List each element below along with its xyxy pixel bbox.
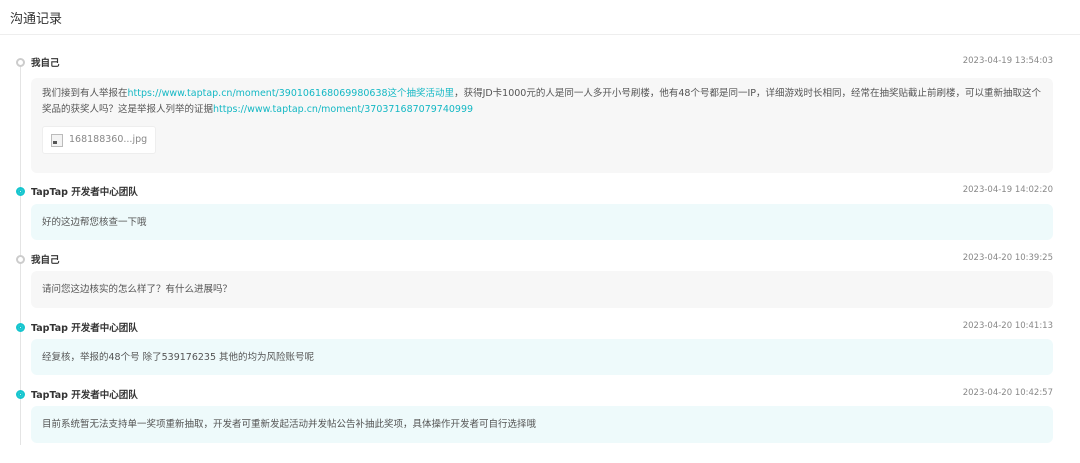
image-file-icon: [51, 133, 63, 147]
message-bubble: 我们接到有人举报在https://www.taptap.cn/moment/39…: [31, 78, 1053, 173]
timestamp: 2023-04-20 10:41:13: [962, 321, 1053, 331]
message-bubble: 目前系统暂无法支持单一奖项重新抽取，开发者可重新发起活动并发帖公告补抽此奖项，具…: [31, 406, 1053, 443]
attachment-name: 168188360...jpg: [69, 134, 148, 145]
page-title-text: 沟通记录: [10, 12, 63, 27]
message-link[interactable]: https://www.taptap.cn/moment/39010616806…: [128, 88, 455, 99]
author-name: 我自己: [31, 58, 60, 69]
attachment[interactable]: 168188360...jpg: [42, 126, 157, 154]
self-dot-icon: [16, 255, 25, 264]
page-title: 沟通记录: [0, 0, 1080, 35]
team-dot-icon: [16, 390, 25, 399]
author-name: TapTap 开发者中心团队: [31, 390, 138, 401]
timestamp: 2023-04-19 13:54:03: [962, 56, 1053, 66]
evidence-link[interactable]: https://www.taptap.cn/moment/37037168707…: [213, 104, 473, 115]
message-bubble: 请问您这边核实的怎么样了？有什么进展吗？: [31, 271, 1053, 308]
team-dot-icon: [16, 323, 25, 332]
message-text: 经复核，举报的48个号 除了539176235 其他的均为风险账号呢: [42, 352, 315, 363]
message-bubble: 经复核，举报的48个号 除了539176235 其他的均为风险账号呢: [31, 339, 1053, 375]
timestamp: 2023-04-20 10:39:25: [962, 253, 1053, 263]
message-text: 请问您这边核实的怎么样了？有什么进展吗？: [42, 284, 233, 295]
message-text: 目前系统暂无法支持单一奖项重新抽取，开发者可重新发起活动并发帖公告补抽此奖项，具…: [42, 419, 537, 430]
timestamp: 2023-04-20 10:42:57: [962, 388, 1053, 398]
message-bubble: 好的这边帮您核查一下哦: [31, 204, 1053, 240]
author-name: TapTap 开发者中心团队: [31, 323, 138, 334]
team-dot-icon: [16, 187, 25, 196]
message-text: 好的这边帮您核查一下哦: [42, 217, 147, 228]
author-name: TapTap 开发者中心团队: [31, 187, 138, 198]
message-text: 我们接到有人举报在: [42, 88, 128, 99]
timestamp: 2023-04-19 14:02:20: [962, 185, 1053, 195]
author-name: 我自己: [31, 255, 60, 266]
self-dot-icon: [16, 58, 25, 67]
